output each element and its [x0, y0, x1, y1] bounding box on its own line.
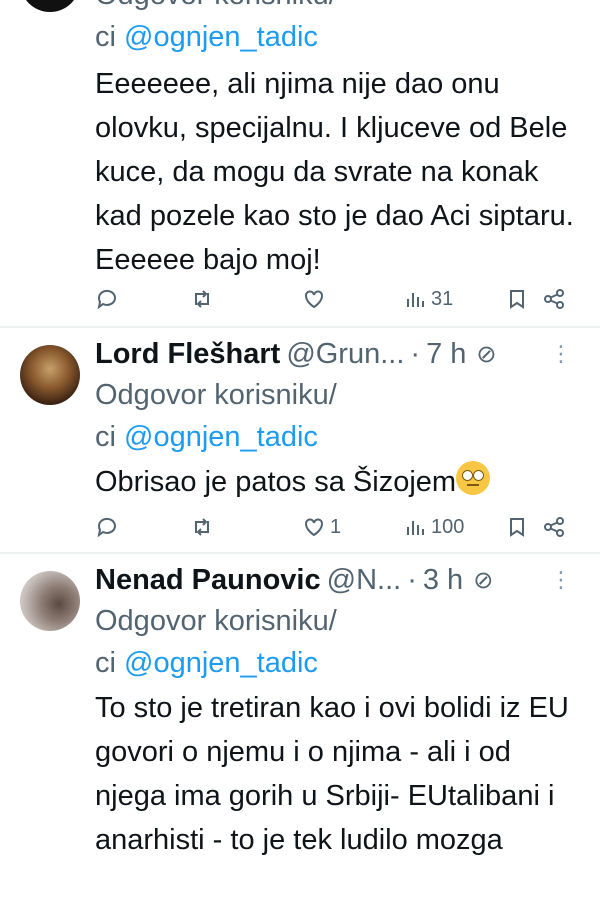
tweet-header: Lord Flešhart @Grun... · 7 h ⊘ ⋮ — [95, 334, 580, 374]
like-button[interactable]: 1 — [302, 515, 341, 539]
mention-link[interactable]: @ognjen_tadic — [124, 21, 318, 53]
face-with-rolling-eyes-emoji — [456, 461, 491, 495]
avatar[interactable] — [20, 345, 80, 405]
bookmark-button[interactable] — [505, 287, 529, 311]
reply-button[interactable] — [95, 287, 123, 311]
views-icon — [407, 293, 424, 307]
reply-to-line2: ci @ognjen_tadic — [95, 642, 318, 684]
reply-to-line2: ci @ognjen_tadic — [95, 416, 318, 458]
views-icon — [407, 521, 424, 535]
reply-icon — [97, 289, 116, 310]
bookmark-button[interactable] — [505, 515, 529, 539]
reply-icon — [97, 517, 116, 538]
avatar[interactable] — [20, 0, 80, 12]
grok-icon[interactable]: ⊘ — [476, 340, 496, 369]
tweet-text: Obrisao je patos sa Šizojem — [95, 460, 580, 504]
share-icon — [544, 289, 564, 309]
tweet-actions: 1 100 — [95, 510, 580, 544]
views-button[interactable]: 100 — [403, 515, 464, 539]
grok-icon[interactable]: ⊘ — [473, 566, 493, 595]
reply-to: Odgovor korisniku/ — [95, 605, 337, 637]
retweet-button[interactable] — [190, 287, 218, 311]
retweet-icon — [195, 290, 209, 308]
reply-to: Odgovor korisniku/ — [95, 379, 337, 411]
reply-to-label: ci — [95, 647, 124, 679]
reply-to-label: ci — [95, 421, 124, 453]
tweet-actions: 31 — [95, 282, 580, 316]
mention-link[interactable]: @ognjen_tadic — [124, 421, 318, 453]
display-name[interactable]: Nenad Paunovic — [95, 564, 321, 597]
reply-to: ci @ognjen_tadic — [95, 16, 318, 58]
views-count: 100 — [431, 515, 465, 538]
share-button[interactable] — [542, 287, 566, 311]
avatar[interactable] — [20, 571, 80, 631]
timestamp[interactable]: 7 h — [426, 338, 466, 371]
more-icon[interactable]: ⋮ — [550, 341, 572, 367]
tweet-text: Eeeeeee, ali njima nije dao onu olovku, … — [95, 68, 574, 276]
share-button[interactable] — [542, 515, 566, 539]
mention-link[interactable]: @ognjen_tadic — [124, 647, 318, 679]
views-count: 31 — [431, 287, 454, 310]
timestamp[interactable]: 3 h — [423, 564, 463, 597]
separator-dot: · — [410, 337, 421, 370]
retweet-icon — [195, 518, 209, 536]
bookmark-icon — [510, 290, 524, 309]
separator-dot: · — [407, 563, 417, 596]
handle[interactable]: @N... — [327, 564, 402, 597]
heart-icon — [305, 518, 323, 537]
reply-to-label: ci — [95, 21, 124, 53]
tweet-3[interactable]: Nenad Paunovic @N... · 3 h ⊘ ⋮ Odgovor k… — [0, 554, 600, 900]
reply-to-partial: Odgovor korisniku/ — [95, 0, 337, 16]
likes-count: 1 — [330, 515, 342, 538]
tweet-text-content: Obrisao je patos sa Šizojem — [95, 466, 457, 498]
bookmark-icon — [510, 518, 524, 537]
retweet-button[interactable] — [190, 515, 218, 539]
tweet-1[interactable]: Odgovor korisniku/ ci @ognjen_tadic Eeee… — [0, 0, 600, 325]
tweet-2[interactable]: Lord Flešhart @Grun... · 7 h ⊘ ⋮ Odgovor… — [0, 328, 600, 550]
share-icon — [544, 517, 564, 537]
reply-button[interactable] — [95, 515, 123, 539]
more-icon[interactable]: ⋮ — [550, 567, 572, 593]
tweet-text: To sto je tretiran kao i ovi bolidi iz E… — [95, 692, 569, 856]
like-button[interactable] — [302, 287, 330, 311]
display-name[interactable]: Lord Flešhart — [95, 338, 280, 371]
views-button[interactable]: 31 — [403, 287, 453, 311]
handle[interactable]: @Grun... — [286, 338, 404, 371]
heart-icon — [305, 290, 323, 309]
tweet-header: Nenad Paunovic @N... · 3 h ⊘ ⋮ — [95, 560, 580, 600]
